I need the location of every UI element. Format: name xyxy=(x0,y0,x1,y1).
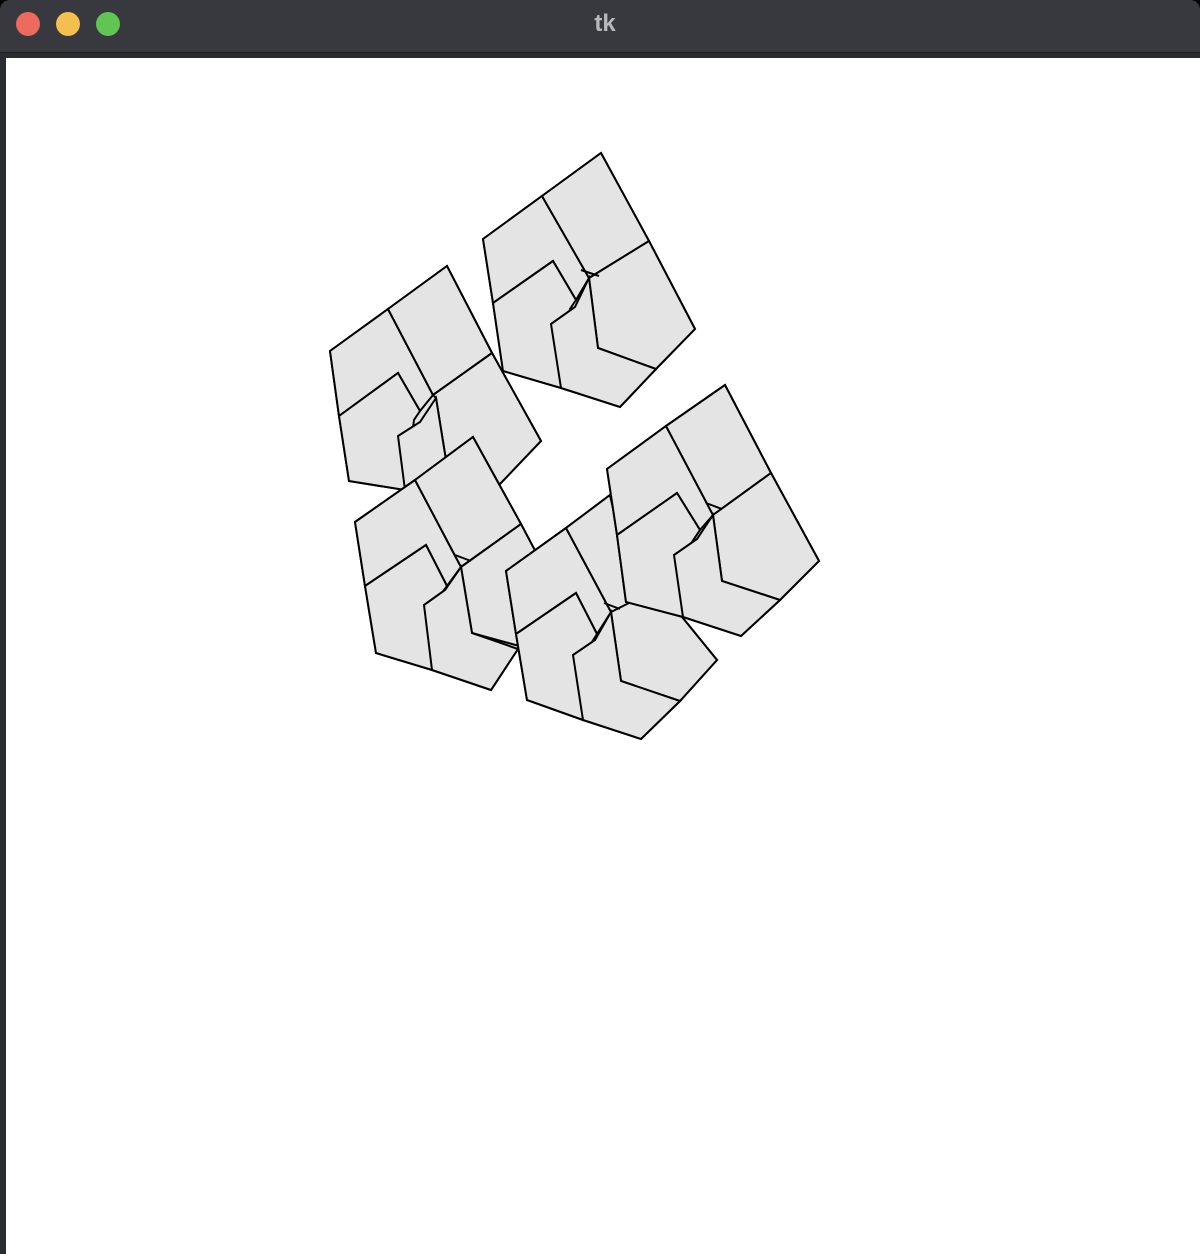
app-window: tk xyxy=(0,0,1200,1254)
drawing-surface xyxy=(328,151,821,741)
tile-cluster-lower-right xyxy=(605,383,821,638)
title-bar[interactable]: tk xyxy=(0,0,1200,53)
tk-canvas[interactable] xyxy=(6,58,1200,1254)
tile-cluster-upper-right xyxy=(481,151,697,409)
window-title: tk xyxy=(594,10,616,37)
